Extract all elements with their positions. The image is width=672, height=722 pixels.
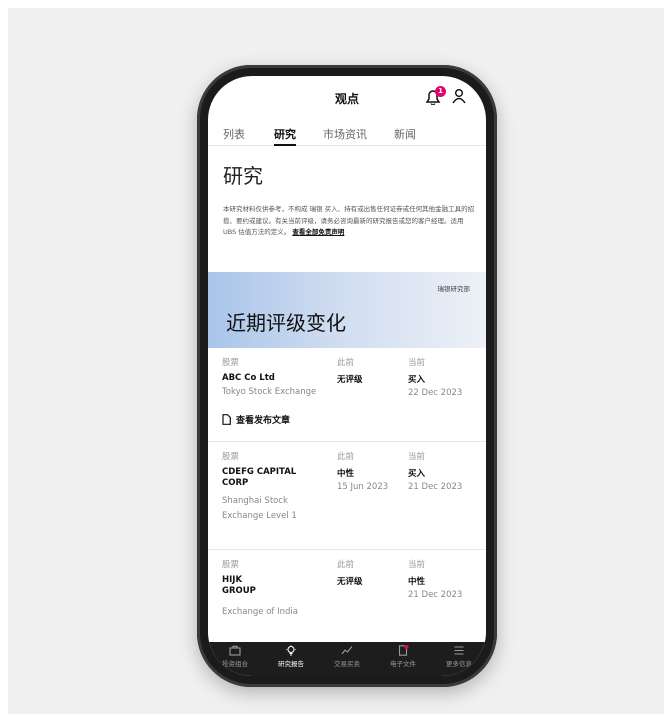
list-item[interactable]: 股票 此前 当前 CDEFG CAPITAL CORP Shanghai Sto… xyxy=(208,442,486,550)
current-date: 21 Dec 2023 xyxy=(408,590,463,600)
previous-rating: 无评级 xyxy=(337,577,363,587)
list-item[interactable]: 股票 此前 当前 ABC Co Ltd Tokyo Stock Exchange… xyxy=(208,348,486,442)
nav-trading-label: 交易买卖 xyxy=(334,660,360,668)
stock-exchange: Tokyo Stock Exchange xyxy=(222,387,317,397)
briefcase-icon xyxy=(229,645,241,656)
tab-bar: 列表 研究 市场资讯 新闻 xyxy=(208,116,486,146)
disclaimer-link[interactable]: 查看全部免责声明 xyxy=(292,228,344,236)
previous-rating: 中性 xyxy=(337,469,355,479)
phone-frame: 观点 1 列表 研究 市场资讯 新闻 研究 本研究材料仅供参考，不构成 瑞银 买… xyxy=(197,65,497,687)
disclaimer-text: 本研究材料仅供参考，不构成 瑞银 买入、持有或出售任何证券或任何其他金融工具的招… xyxy=(223,204,475,239)
current-rating: 买入 xyxy=(408,469,426,479)
current-rating: 买入 xyxy=(408,375,426,385)
page-title: 研究 xyxy=(223,164,263,188)
department-label: 瑞银研究部 xyxy=(437,285,471,293)
current-date: 21 Dec 2023 xyxy=(408,482,463,492)
nav-research-label: 研究报告 xyxy=(278,660,304,668)
disclaimer-body: 本研究材料仅供参考，不构成 瑞银 买入、持有或出售任何证券或任何其他金融工具的招… xyxy=(223,205,475,236)
previous-rating: 无评级 xyxy=(337,375,363,385)
banner-headline: 近期评级变化 xyxy=(226,311,346,335)
tab-market-info[interactable]: 市场资讯 xyxy=(323,126,367,146)
col-stock-label: 股票 xyxy=(222,452,240,462)
background-canvas: 观点 1 列表 研究 市场资讯 新闻 研究 本研究材料仅供参考，不构成 瑞银 买… xyxy=(8,8,664,714)
nav-documents[interactable]: 电子文件 xyxy=(376,645,430,668)
col-current-label: 当前 xyxy=(408,560,426,570)
col-stock-label: 股票 xyxy=(222,358,240,368)
bottom-navigation: 投资组合 研究报告 交易买卖 电子文件 更多信息 xyxy=(208,642,486,676)
stock-name: CDEFG CAPITAL CORP xyxy=(222,467,297,488)
stock-name: HIJK GROUP xyxy=(222,575,256,596)
document-icon xyxy=(222,414,231,425)
chart-line-icon xyxy=(341,646,353,655)
notification-badge: 1 xyxy=(435,86,446,97)
stock-exchange: Exchange of India xyxy=(222,607,298,617)
previous-date: 15 Jun 2023 xyxy=(337,482,389,492)
nav-trading[interactable]: 交易买卖 xyxy=(320,645,374,668)
col-stock-label: 股票 xyxy=(222,560,240,570)
view-article-link[interactable]: 查看发布文章 xyxy=(222,413,290,426)
rating-changes-banner: 瑞银研究部 近期评级变化 xyxy=(208,272,486,348)
list-item[interactable]: 股票 此前 当前 HIJK GROUP Exchange of India 无评… xyxy=(208,550,486,640)
col-current-label: 当前 xyxy=(408,358,426,368)
tab-news[interactable]: 新闻 xyxy=(394,126,416,146)
menu-icon xyxy=(454,646,464,655)
stock-name: ABC Co Ltd xyxy=(222,373,275,383)
phone-screen: 观点 1 列表 研究 市场资讯 新闻 研究 本研究材料仅供参考，不构成 瑞银 买… xyxy=(208,76,486,676)
tab-list[interactable]: 列表 xyxy=(223,126,245,146)
user-icon[interactable] xyxy=(452,88,466,104)
col-previous-label: 此前 xyxy=(337,358,355,368)
col-current-label: 当前 xyxy=(408,452,426,462)
nav-more[interactable]: 更多信息 xyxy=(432,645,486,668)
current-rating: 中性 xyxy=(408,577,426,587)
nav-research[interactable]: 研究报告 xyxy=(264,645,318,668)
col-previous-label: 此前 xyxy=(337,560,355,570)
current-date: 22 Dec 2023 xyxy=(408,388,463,398)
col-previous-label: 此前 xyxy=(337,452,355,462)
rating-list: 股票 此前 当前 ABC Co Ltd Tokyo Stock Exchange… xyxy=(208,348,486,640)
lightbulb-icon xyxy=(286,645,296,656)
view-article-label: 查看发布文章 xyxy=(236,416,291,426)
tab-research[interactable]: 研究 xyxy=(274,126,296,146)
nav-documents-label: 电子文件 xyxy=(390,660,416,668)
nav-more-label: 更多信息 xyxy=(446,660,472,668)
nav-portfolio[interactable]: 投资组合 xyxy=(208,645,262,668)
document-icon xyxy=(398,645,409,656)
top-bar: 观点 1 xyxy=(208,76,486,116)
stock-exchange: Shanghai Stock Exchange Level 1 xyxy=(222,496,297,521)
nav-portfolio-label: 投资组合 xyxy=(222,660,248,668)
